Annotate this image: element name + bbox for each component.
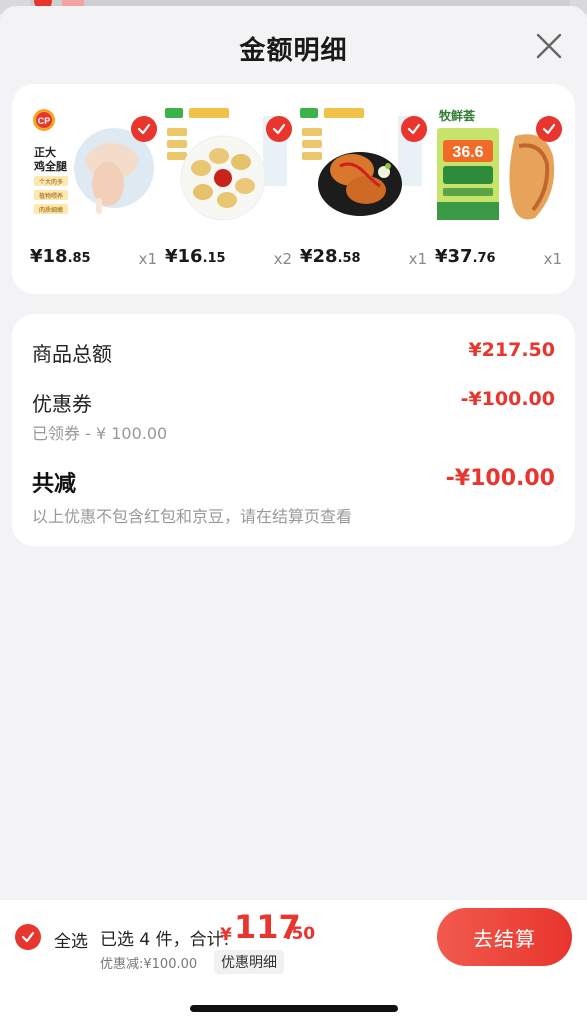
- product-brand: 牧鲜荟: [439, 108, 476, 123]
- page-title: 金额明细: [239, 36, 348, 66]
- product-quantity: x2: [273, 250, 292, 268]
- product-price: ¥18.85: [30, 246, 91, 267]
- product-tag: 个大肉多: [39, 178, 63, 186]
- product-item[interactable]: ¥28.58 x1: [292, 84, 427, 294]
- total-discount-value: -¥100.00: [445, 466, 555, 491]
- price-decimal: .76: [472, 251, 496, 266]
- amount-detail-sheet: 金额明细 CP 正大 鸡全腿 个大肉多 植物喂养 肉质细嫩 ¥18.85 x1 …: [0, 6, 587, 1024]
- cp-logo: CP: [38, 116, 51, 126]
- product-quantity: x1: [138, 250, 157, 268]
- select-all-check-icon[interactable]: [15, 924, 41, 950]
- price-integer: ¥16: [165, 246, 203, 267]
- home-indicator: [190, 1005, 398, 1012]
- discount-detail-button[interactable]: 优惠明细: [214, 950, 284, 974]
- price-integer: ¥37: [435, 246, 473, 267]
- price-integer: ¥18: [30, 246, 68, 267]
- product-brand-line: 鸡全腿: [33, 159, 68, 173]
- price-decimal: .15: [202, 251, 226, 266]
- product-check-icon[interactable]: [401, 116, 427, 142]
- selected-count-text: 已选 4 件，合计:: [100, 930, 230, 950]
- coupon-label: 优惠券: [32, 392, 92, 416]
- product-price: ¥16.15: [165, 246, 226, 267]
- checkout-bar: 全选 已选 4 件，合计: ¥ 117 .50 优惠减:¥100.00 优惠明细…: [0, 900, 587, 1024]
- product-list-card: CP 正大 鸡全腿 个大肉多 植物喂养 肉质细嫩 ¥18.85 x1 ¥16.1…: [12, 84, 575, 294]
- product-badge-number: 36.6: [452, 144, 483, 161]
- total-decimal: .50: [285, 924, 316, 944]
- subtotal-label: 商品总额: [32, 342, 112, 366]
- product-price: ¥37.76: [435, 246, 496, 267]
- discount-note: 以上优惠不包含红包和京豆，请在结算页查看: [32, 507, 353, 526]
- amount-summary-card: 商品总额 ¥217.50 优惠券 -¥100.00 已领券 - ¥ 100.00…: [12, 314, 575, 546]
- select-all-label[interactable]: 全选: [54, 927, 88, 952]
- coupon-value: -¥100.00: [460, 388, 555, 410]
- product-check-icon[interactable]: [536, 116, 562, 142]
- total-discount-label: 共减: [32, 472, 77, 497]
- product-check-icon[interactable]: [266, 116, 292, 142]
- product-tag: 植物喂养: [39, 192, 63, 200]
- total-currency: ¥: [220, 925, 232, 945]
- product-price: ¥28.58: [300, 246, 361, 267]
- product-brand-line: 正大: [34, 145, 56, 159]
- coupon-sub-text: 已领券 - ¥ 100.00: [32, 424, 168, 443]
- price-integer: ¥28: [300, 246, 338, 267]
- product-quantity: x1: [408, 250, 427, 268]
- product-item[interactable]: CP 正大 鸡全腿 个大肉多 植物喂养 肉质细嫩 ¥18.85 x1: [22, 84, 157, 294]
- subtotal-value: ¥217.50: [468, 339, 555, 361]
- product-quantity: x1: [543, 250, 562, 268]
- checkout-button[interactable]: 去结算: [437, 908, 572, 966]
- product-tag: 肉质细嫩: [39, 206, 63, 214]
- price-decimal: .85: [67, 251, 91, 266]
- close-icon[interactable]: [535, 32, 563, 60]
- product-item[interactable]: 牧鲜荟 36.6 ¥37.76 x1: [427, 84, 562, 294]
- price-decimal: .58: [337, 251, 361, 266]
- product-item[interactable]: ¥16.15 x2: [157, 84, 292, 294]
- discount-summary: 优惠减:¥100.00: [100, 957, 198, 972]
- product-check-icon[interactable]: [131, 116, 157, 142]
